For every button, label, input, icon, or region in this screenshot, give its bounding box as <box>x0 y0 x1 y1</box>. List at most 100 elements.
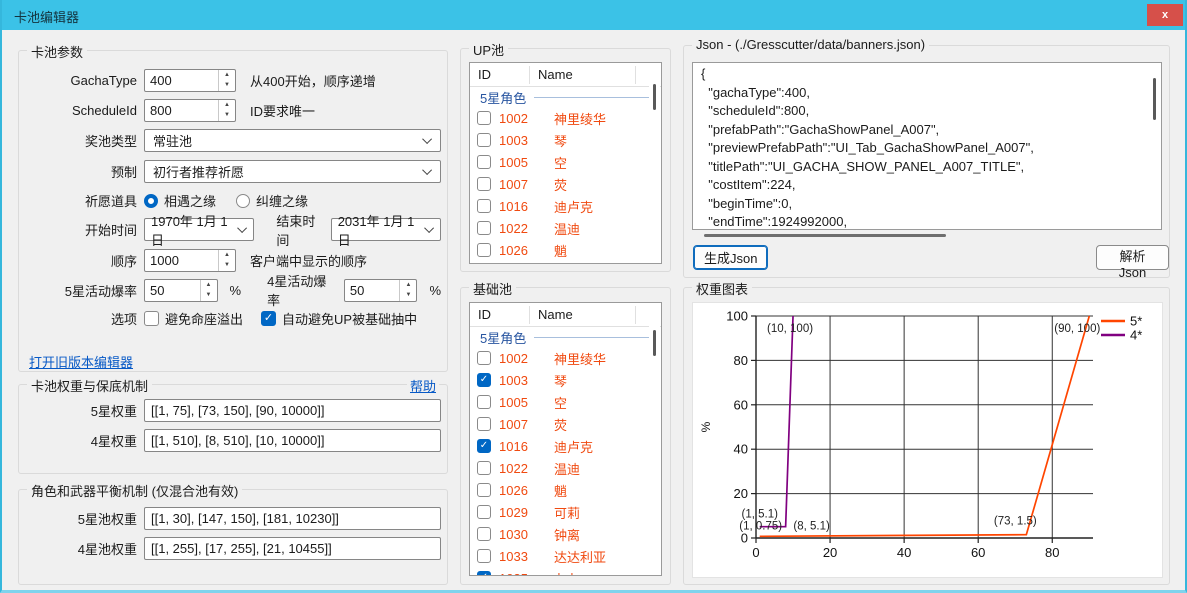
list-item[interactable]: 1035 七七 <box>470 567 661 576</box>
sort-stepper[interactable]: 1000 ▲▼ <box>144 249 236 272</box>
generate-json-button[interactable]: 生成Json <box>693 245 768 270</box>
row-checkbox[interactable] <box>477 155 491 169</box>
list-item[interactable]: 1026 魈 <box>470 479 661 501</box>
pool-type-value: 常驻池 <box>153 131 192 150</box>
row-checkbox[interactable] <box>477 571 491 576</box>
svg-text:(10, 100): (10, 100) <box>767 323 813 335</box>
help-link[interactable]: 帮助 <box>407 376 439 395</box>
up-pool-scrollbar[interactable] <box>649 64 660 262</box>
row-id: 1007 <box>499 417 538 432</box>
list-item[interactable]: 1005 空 <box>470 391 661 413</box>
row-name: 荧 <box>538 415 567 434</box>
pool-params-title: 卡池参数 <box>27 42 87 61</box>
gacha-type-stepper[interactable]: 400 ▲▼ <box>144 69 236 92</box>
row-checkbox[interactable] <box>477 221 491 235</box>
base-pool-list[interactable]: ID Name 5星角色 1002 神里绫华 1003 琴 1005 空 100… <box>469 302 662 576</box>
spinner-arrows-icon[interactable]: ▲▼ <box>218 100 235 121</box>
scrollbar-thumb[interactable] <box>653 84 656 110</box>
checkbox-avoid-constellation-overflow[interactable] <box>144 311 159 326</box>
id-column-header[interactable]: ID <box>470 306 530 324</box>
parse-json-button[interactable]: 解析Json <box>1096 245 1169 270</box>
options-row: 选项 避免命座溢出 自动避免UP被基础抽中 <box>29 305 441 331</box>
sort-value: 1000 <box>145 253 218 268</box>
scrollbar-thumb[interactable] <box>1153 78 1156 120</box>
rate4-stepper[interactable]: 50 ▲▼ <box>344 279 418 302</box>
svg-text:40: 40 <box>734 442 748 457</box>
list-item[interactable]: 1002 神里绫华 <box>470 347 661 369</box>
row-name: 温迪 <box>538 459 580 478</box>
checkbox-auto-avoid-up[interactable] <box>261 311 276 326</box>
list-item[interactable]: 1029 可莉 <box>470 501 661 523</box>
json-vscrollbar[interactable] <box>1149 64 1160 228</box>
rate4-suffix: % <box>429 283 441 298</box>
scrollbar-thumb[interactable] <box>653 330 656 356</box>
json-textarea[interactable]: { "gachaType":400, "scheduleId":800, "pr… <box>692 62 1162 230</box>
name-column-header[interactable]: Name <box>530 306 636 324</box>
up-pool-list[interactable]: ID Name 5星角色 1002 神里绫华 1003 琴 1005 空 100… <box>469 62 662 264</box>
weight5-input[interactable] <box>144 399 441 422</box>
preset-select[interactable]: 初行者推荐祈愿 <box>144 160 441 183</box>
weight4-input[interactable] <box>144 429 441 452</box>
list-item[interactable]: 1007 荧 <box>470 173 661 195</box>
row-id: 1026 <box>499 483 538 498</box>
base-pool-scrollbar[interactable] <box>649 304 660 574</box>
row-checkbox[interactable] <box>477 439 491 453</box>
rate5-stepper[interactable]: 50 ▲▼ <box>144 279 218 302</box>
balance4-input[interactable] <box>144 537 441 560</box>
row-checkbox[interactable] <box>477 133 491 147</box>
list-item[interactable]: 1003 琴 <box>470 369 661 391</box>
radio-intertwined-fate[interactable] <box>236 194 250 208</box>
sort-label: 顺序 <box>29 251 137 270</box>
list-item[interactable]: 1005 空 <box>470 151 661 173</box>
row-checkbox[interactable] <box>477 483 491 497</box>
section-rule <box>534 97 655 98</box>
open-legacy-editor-link[interactable]: 打开旧版本编辑器 <box>29 352 133 371</box>
row-checkbox[interactable] <box>477 505 491 519</box>
row-checkbox[interactable] <box>477 351 491 365</box>
spinner-arrows-icon[interactable]: ▲▼ <box>200 280 217 301</box>
id-column-header[interactable]: ID <box>470 66 530 84</box>
list-item[interactable]: 1022 温迪 <box>470 457 661 479</box>
row-name: 迪卢克 <box>538 437 593 456</box>
row-checkbox[interactable] <box>477 177 491 191</box>
list-item[interactable]: 1022 温迪 <box>470 217 661 239</box>
list-item[interactable]: 1030 钟离 <box>470 523 661 545</box>
close-button[interactable]: x <box>1147 4 1183 26</box>
row-checkbox[interactable] <box>477 199 491 213</box>
row-checkbox[interactable] <box>477 417 491 431</box>
list-item[interactable]: 1002 神里绫华 <box>470 107 661 129</box>
schedule-id-stepper[interactable]: 800 ▲▼ <box>144 99 236 122</box>
row-name: 温迪 <box>538 219 580 238</box>
spinner-arrows-icon[interactable]: ▲▼ <box>218 70 235 91</box>
row-checkbox[interactable] <box>477 373 491 387</box>
row-checkbox[interactable] <box>477 549 491 563</box>
radio-acquaint-fate[interactable] <box>144 194 158 208</box>
schedule-id-hint: ID要求唯一 <box>250 101 315 120</box>
preset-row: 预制 初行者推荐祈愿 <box>29 156 441 187</box>
list-item[interactable]: 1026 魈 <box>470 239 661 261</box>
begin-time-picker[interactable]: 1970年 1月 1日 <box>144 218 254 241</box>
chart-group: 权重图表 020406080100020406080%(10, 100)(90,… <box>683 287 1170 585</box>
row-checkbox[interactable] <box>477 243 491 257</box>
row-checkbox[interactable] <box>477 395 491 409</box>
list-item[interactable]: 1016 迪卢克 <box>470 435 661 457</box>
row-checkbox[interactable] <box>477 111 491 125</box>
name-column-header[interactable]: Name <box>530 66 636 84</box>
list-item[interactable]: 1016 迪卢克 <box>470 195 661 217</box>
end-time-picker[interactable]: 2031年 1月 1日 <box>331 218 441 241</box>
row-name: 七七 <box>538 569 580 577</box>
list-item[interactable]: 1033 达达利亚 <box>470 545 661 567</box>
pool-type-select[interactable]: 常驻池 <box>144 129 441 152</box>
rate4-value: 50 <box>345 283 400 298</box>
list-item[interactable]: 1007 荧 <box>470 413 661 435</box>
spinner-arrows-icon[interactable]: ▲▼ <box>399 280 416 301</box>
spinner-arrows-icon[interactable]: ▲▼ <box>218 250 235 271</box>
row-checkbox[interactable] <box>477 461 491 475</box>
json-hscrollbar-thumb[interactable] <box>704 234 946 237</box>
balance5-input[interactable] <box>144 507 441 530</box>
row-name: 可莉 <box>538 503 580 522</box>
row-name: 空 <box>538 153 567 172</box>
row-checkbox[interactable] <box>477 527 491 541</box>
list-item[interactable]: 1003 琴 <box>470 129 661 151</box>
svg-text:20: 20 <box>823 545 837 560</box>
